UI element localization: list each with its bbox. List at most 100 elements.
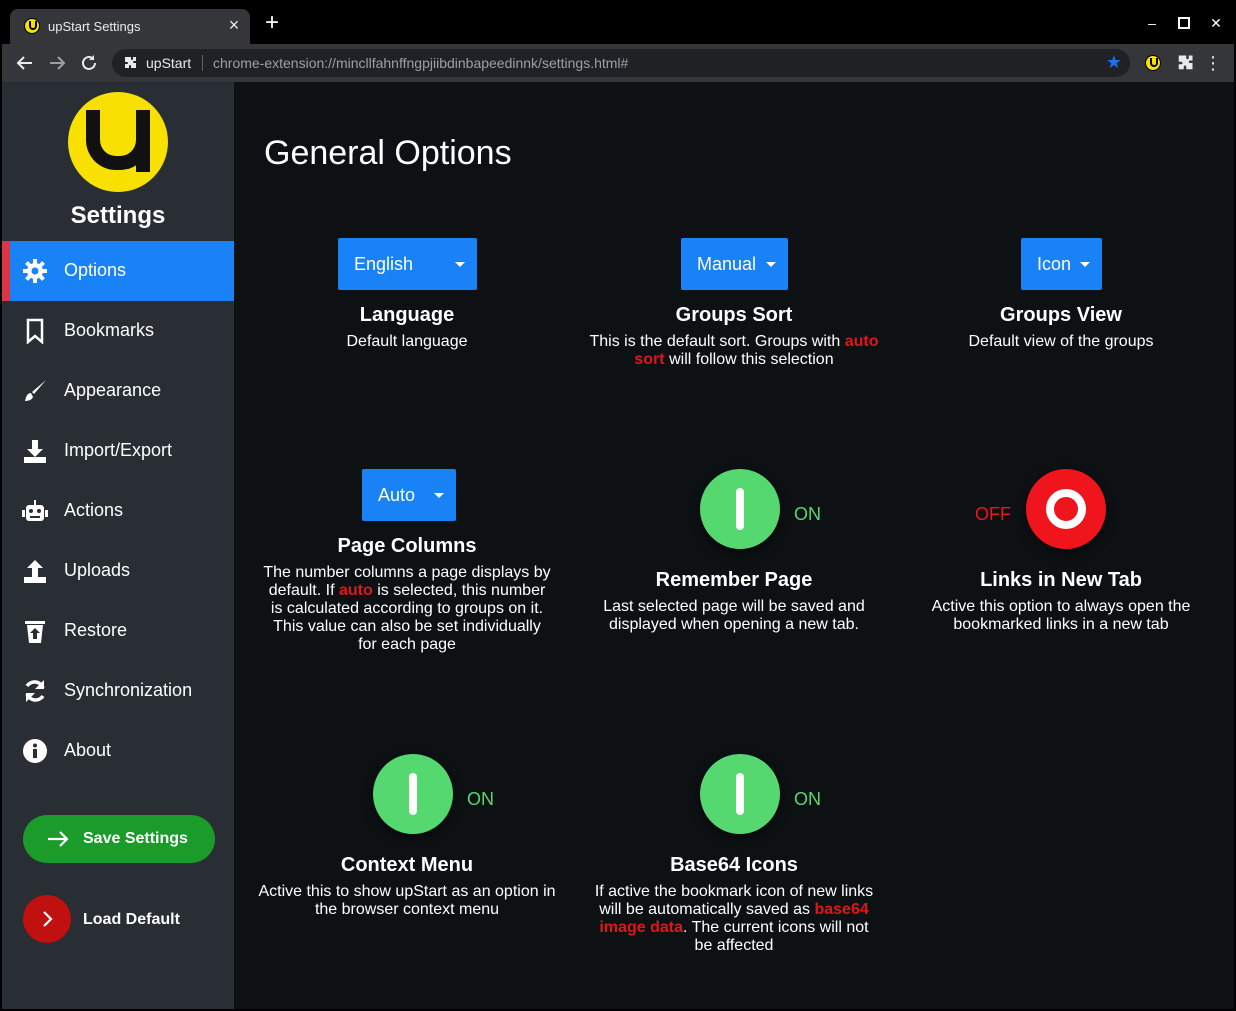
forward-icon[interactable] — [44, 50, 70, 76]
caret-down-icon — [766, 262, 776, 267]
option-description: Last selected page will be saved and dis… — [603, 598, 865, 633]
arrow-right-icon — [48, 831, 69, 847]
sidebar-item-actions[interactable]: Actions — [2, 481, 234, 541]
address-bar[interactable]: upStart chrome-extension://mincllfahnffn… — [112, 49, 1130, 77]
context-menu-toggle[interactable] — [373, 754, 453, 834]
links-new-tab-toggle[interactable] — [1026, 469, 1106, 549]
maximize-icon[interactable] — [1172, 12, 1196, 34]
desc-highlight: auto — [338, 582, 373, 599]
option-description: Active this option to always open the bo… — [931, 598, 1191, 633]
groups-sort-value: Manual — [697, 254, 757, 274]
desc-part: . The current icons will not be affected — [683, 919, 869, 954]
browser-toolbar: upStart chrome-extension://mincllfahnffn… — [2, 44, 1234, 82]
site-name: upStart — [146, 55, 192, 71]
desc-part: will follow this selection — [669, 351, 834, 368]
desc-part: This is the default sort. Groups with — [589, 333, 841, 350]
caret-down-icon — [455, 262, 465, 267]
option-title: Groups Sort — [675, 304, 793, 326]
option-description: The number columns a page displays by de… — [262, 564, 552, 654]
sidebar-item-label: About — [64, 740, 112, 760]
sidebar-item-options[interactable]: Options — [2, 241, 234, 301]
extension-puzzle-icon — [125, 57, 136, 68]
back-icon[interactable] — [12, 50, 38, 76]
sidebar-item-label: Import/Export — [64, 440, 173, 460]
sidebar: Settings Options Bookmarks Appearance Im… — [2, 82, 234, 1009]
page-title: General Options — [264, 134, 512, 172]
main-content: General Options English Language Default… — [234, 82, 1234, 1009]
option-description: This is the default sort. Groups with au… — [584, 333, 884, 369]
remember-page-toggle[interactable] — [700, 469, 780, 549]
sidebar-item-label: Appearance — [64, 380, 162, 400]
sidebar-item-restore[interactable]: Restore — [2, 601, 234, 661]
page-columns-dropdown[interactable]: Auto — [362, 469, 456, 521]
sidebar-item-import-export[interactable]: Import/Export — [2, 421, 234, 481]
save-settings-button[interactable]: Save Settings — [23, 815, 215, 863]
sidebar-item-label: Uploads — [64, 560, 131, 580]
sidebar-item-label: Restore — [64, 620, 128, 640]
sidebar-title: Settings — [70, 202, 166, 229]
option-title: Groups View — [1000, 304, 1122, 326]
option-description: Active this to show upStart as an option… — [258, 883, 556, 918]
tab-strip: upStart Settings × + – ✕ — [2, 2, 1234, 44]
upstart-extension-icon[interactable] — [1145, 55, 1161, 71]
upstart-logo — [68, 92, 168, 192]
sidebar-item-label: Bookmarks — [64, 320, 155, 340]
groups-sort-dropdown[interactable]: Manual — [681, 238, 788, 290]
language-dropdown[interactable]: English — [338, 238, 477, 290]
sidebar-item-synchronization[interactable]: Synchronization — [2, 661, 234, 721]
upstart-favicon-icon — [24, 18, 40, 34]
bookmark-icon — [26, 318, 44, 344]
caret-down-icon — [1080, 262, 1090, 267]
extensions-icon[interactable] — [1175, 53, 1195, 73]
power-icon — [409, 773, 417, 815]
gear-icon — [23, 259, 47, 283]
download-icon — [24, 440, 46, 463]
toggle-state-label: ON — [794, 789, 821, 809]
groups-view-dropdown[interactable]: Icon — [1021, 238, 1102, 290]
close-window-icon[interactable]: ✕ — [1204, 12, 1228, 34]
option-description: Default language — [346, 333, 468, 350]
load-default-button[interactable] — [23, 895, 71, 943]
option-description: If active the bookmark icon of new links… — [594, 883, 874, 955]
omnibox-separator — [202, 55, 203, 71]
option-title: Remember Page — [655, 569, 813, 591]
sidebar-item-bookmarks[interactable]: Bookmarks — [2, 301, 234, 361]
caret-down-icon — [434, 493, 444, 498]
power-icon — [736, 773, 744, 815]
info-icon — [23, 739, 47, 763]
browser-tab[interactable]: upStart Settings × — [10, 9, 250, 44]
toggle-state-label: ON — [794, 504, 821, 524]
brush-icon — [25, 380, 46, 401]
sidebar-item-about[interactable]: About — [2, 721, 234, 781]
chevron-right-icon — [43, 911, 53, 927]
option-title: Base64 Icons — [670, 854, 798, 876]
option-title: Context Menu — [340, 854, 474, 876]
trash-restore-icon — [25, 621, 45, 643]
reload-icon[interactable] — [76, 50, 102, 76]
load-default-label[interactable]: Load Default — [83, 911, 180, 929]
sidebar-item-label: Options — [64, 260, 127, 280]
minimize-icon[interactable]: – — [1140, 12, 1164, 34]
tab-title: upStart Settings — [48, 19, 141, 34]
option-title: Language — [359, 304, 455, 326]
upload-icon — [24, 560, 46, 583]
save-settings-label: Save Settings — [83, 830, 188, 847]
sidebar-item-label: Synchronization — [64, 680, 193, 700]
close-tab-icon[interactable]: × — [224, 15, 244, 35]
new-tab-button[interactable]: + — [260, 11, 284, 36]
url-text[interactable]: chrome-extension://mincllfahnffngpjiibdi… — [213, 55, 628, 71]
base64-icons-toggle[interactable] — [700, 754, 780, 834]
sync-icon — [25, 680, 45, 702]
toggle-state-label: OFF — [975, 504, 1011, 524]
bookmark-star-icon[interactable]: ★ — [1106, 52, 1122, 73]
option-title: Page Columns — [337, 535, 477, 557]
page-columns-value: Auto — [378, 485, 416, 505]
toggle-state-label: ON — [467, 789, 494, 809]
browser-menu-icon[interactable]: ⋮ — [1204, 50, 1222, 76]
browser-window: upStart Settings × + – ✕ upStart chrome-… — [2, 2, 1234, 1009]
robot-icon — [22, 500, 48, 521]
power-icon — [736, 488, 744, 530]
sidebar-item-label: Actions — [64, 500, 124, 520]
sidebar-item-uploads[interactable]: Uploads — [2, 541, 234, 601]
sidebar-item-appearance[interactable]: Appearance — [2, 361, 234, 421]
